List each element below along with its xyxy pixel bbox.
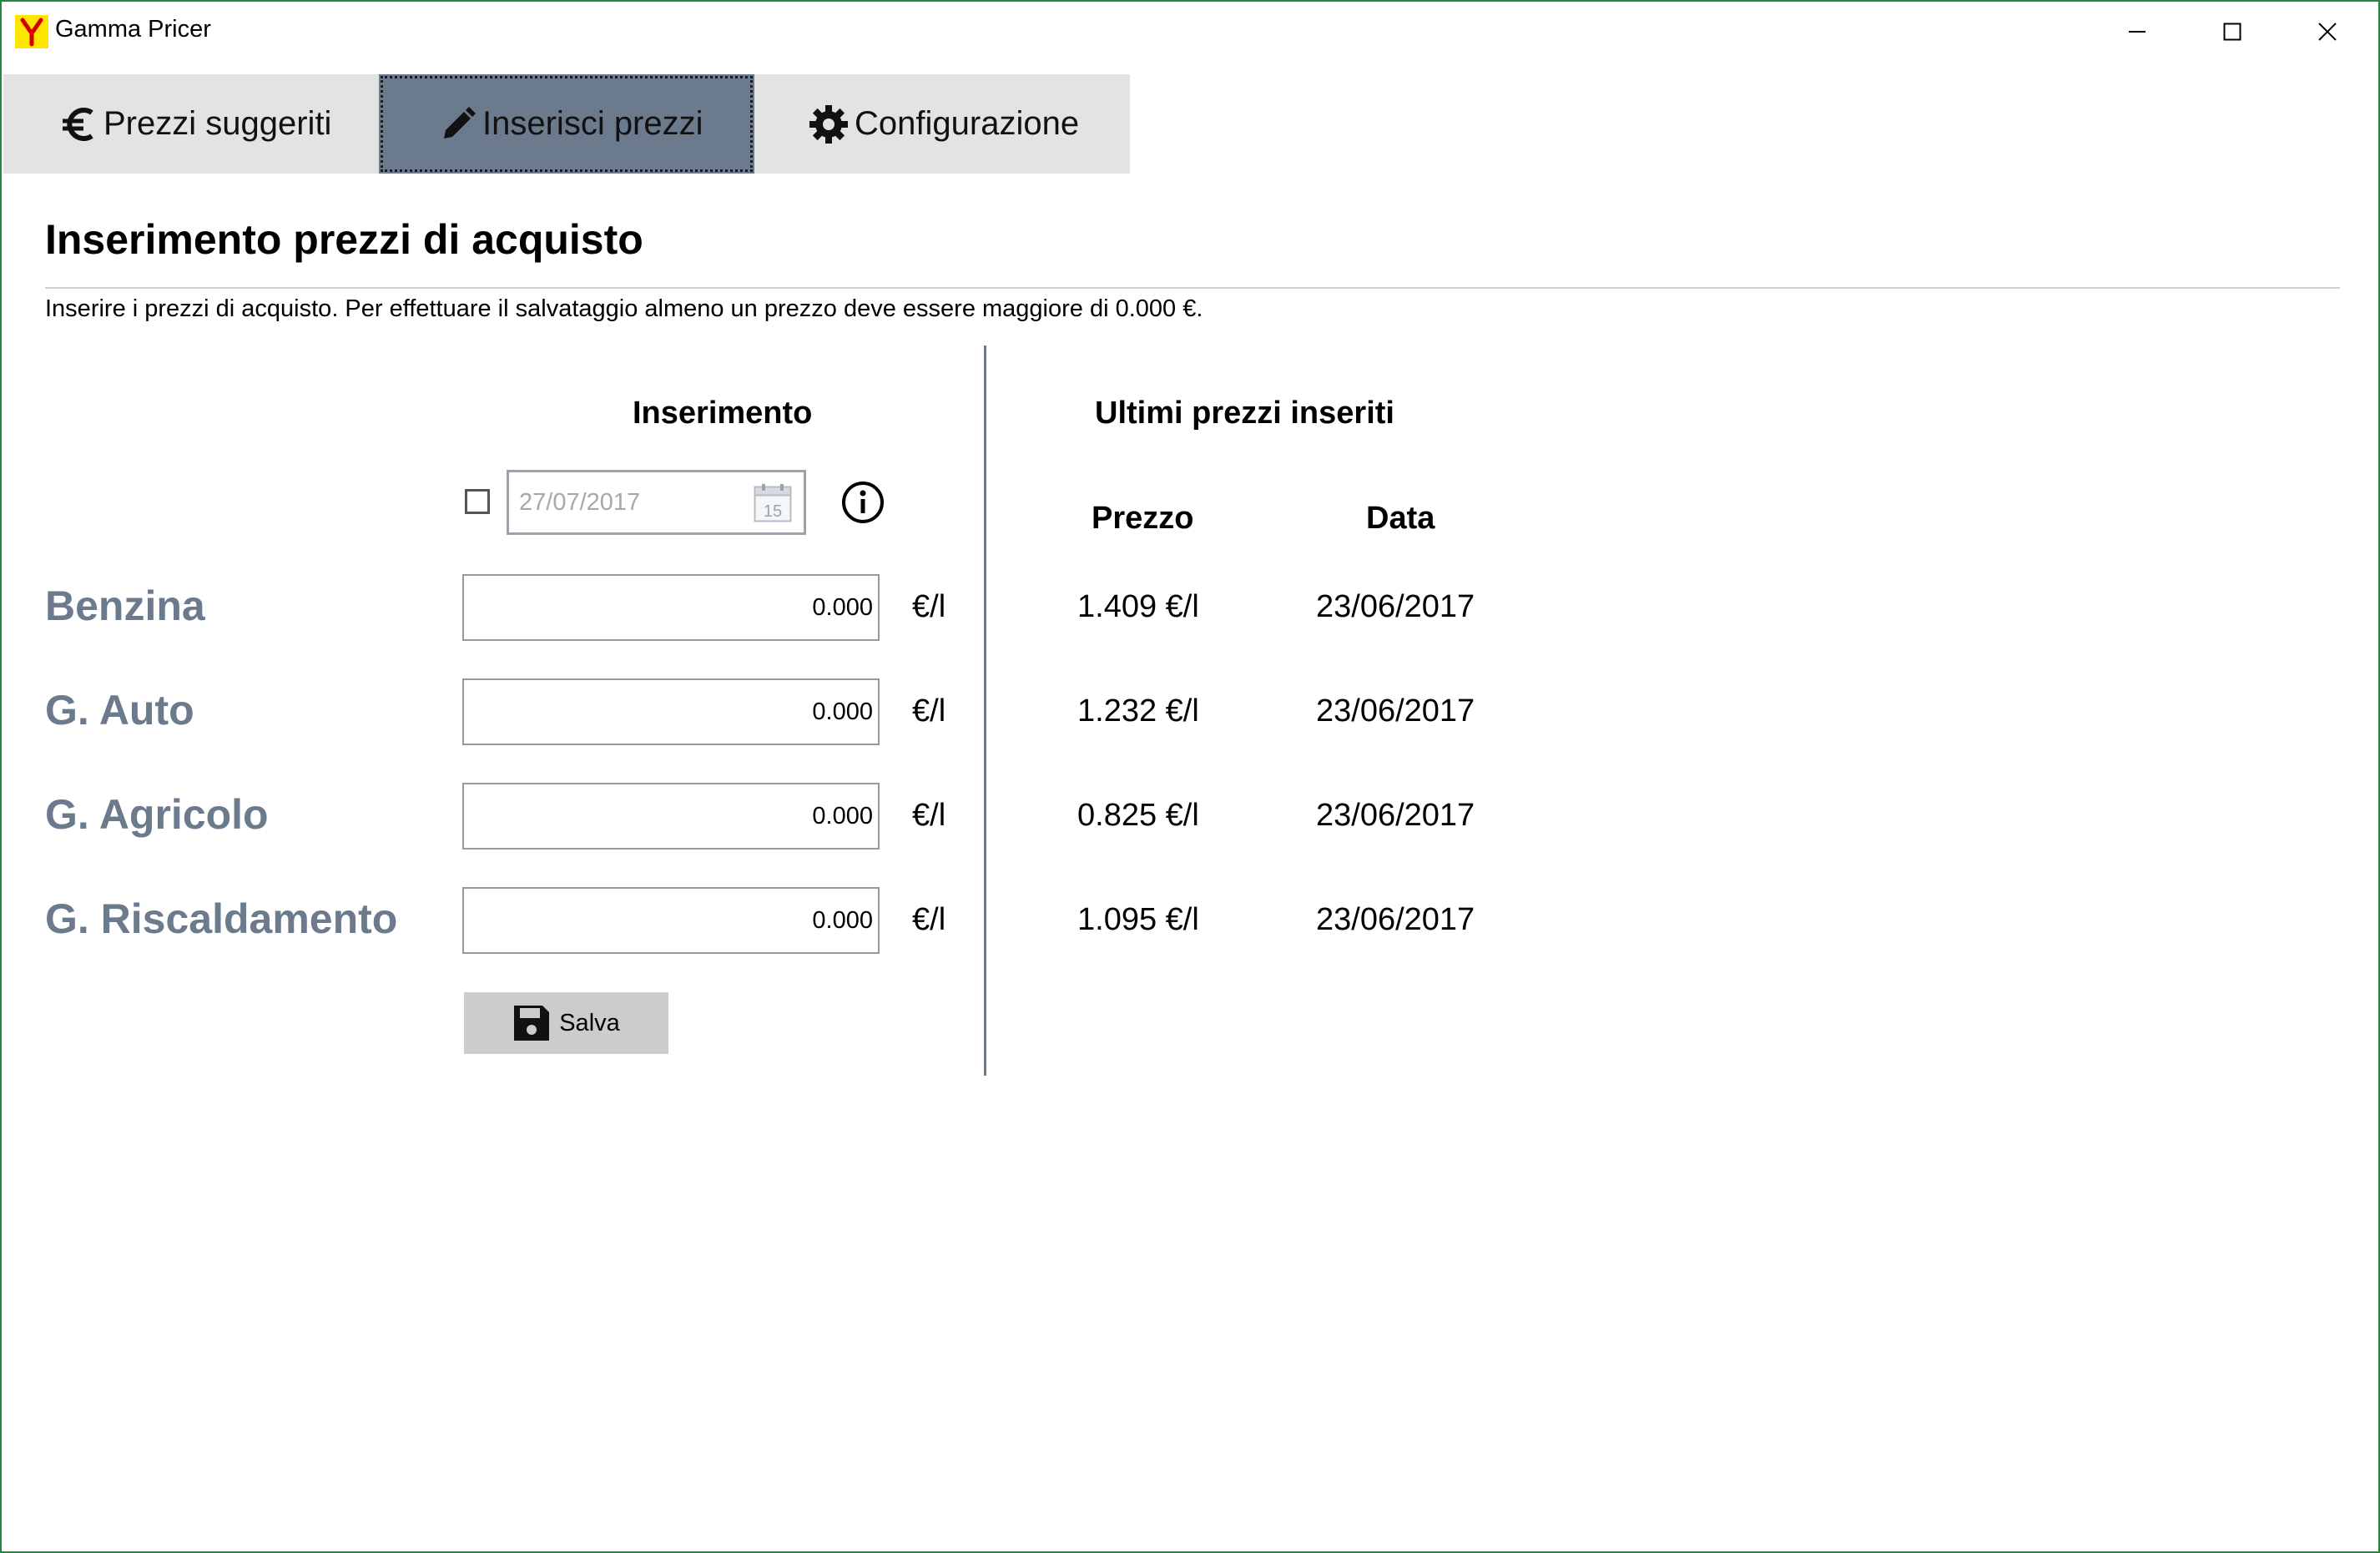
app-logo-icon — [15, 15, 48, 48]
floppy-disk-icon — [514, 1006, 550, 1041]
unit-label: €/l — [912, 798, 946, 833]
save-button[interactable]: Salva — [464, 992, 668, 1054]
gear-icon — [809, 104, 848, 144]
app-window: Gamma Pricer Prezzi suggeriti Inserisci … — [0, 0, 2380, 1553]
fuel-label-g-riscaldamento: G. Riscaldamento — [45, 895, 398, 942]
last-price-g-auto: 1.232 €/l — [1077, 693, 1199, 729]
last-date-g-auto: 23/06/2017 — [1316, 693, 1475, 729]
history-date-header: Data — [1366, 501, 1435, 536]
last-price-g-riscaldamento: 1.095 €/l — [1077, 902, 1199, 937]
tab-prezzi-suggeriti[interactable]: Prezzi suggeriti — [3, 74, 379, 174]
info-icon[interactable] — [840, 480, 885, 525]
last-price-benzina: 1.409 €/l — [1077, 589, 1199, 624]
unit-label: €/l — [912, 902, 946, 937]
fuel-label-g-auto: G. Auto — [45, 687, 194, 734]
save-button-label: Salva — [559, 1009, 620, 1036]
last-date-g-agricolo: 23/06/2017 — [1316, 798, 1475, 833]
window-title: Gamma Pricer — [55, 16, 211, 43]
close-button[interactable] — [2280, 2, 2375, 62]
last-date-g-riscaldamento: 23/06/2017 — [1316, 902, 1475, 937]
maximize-button[interactable] — [2185, 2, 2280, 62]
date-enable-checkbox[interactable] — [465, 489, 490, 514]
last-price-g-agricolo: 0.825 €/l — [1077, 798, 1199, 833]
history-heading: Ultimi prezzi inseriti — [1095, 396, 1394, 431]
title-bar: Gamma Pricer — [2, 2, 2378, 62]
price-input-g-agricolo[interactable]: 0.000 — [462, 783, 880, 850]
pencil-icon — [444, 106, 476, 139]
page-subtitle: Inserire i prezzi di acquisto. Per effet… — [45, 295, 1203, 322]
page-title: Inserimento prezzi di acquisto — [45, 216, 643, 263]
calendar-icon[interactable]: 15 — [754, 484, 792, 522]
entry-heading: Inserimento — [633, 396, 813, 431]
tab-inserisci-prezzi[interactable]: Inserisci prezzi — [379, 74, 754, 174]
maximize-icon — [2223, 23, 2241, 41]
tab-strip: Prezzi suggeriti Inserisci prezzi Config… — [3, 74, 1130, 174]
calendar-icon-day: 15 — [764, 502, 782, 521]
unit-label: €/l — [912, 693, 946, 729]
tab-label: Configurazione — [855, 105, 1080, 142]
tab-configurazione[interactable]: Configurazione — [754, 74, 1130, 174]
date-picker-value: 27/07/2017 — [519, 489, 641, 516]
minimize-button[interactable] — [2090, 2, 2185, 62]
euro-icon — [63, 107, 93, 141]
tab-label: Inserisci prezzi — [482, 105, 703, 142]
last-date-benzina: 23/06/2017 — [1316, 589, 1475, 624]
price-input-benzina[interactable]: 0.000 — [462, 574, 880, 641]
history-price-header: Prezzo — [1092, 501, 1194, 536]
column-divider — [984, 345, 986, 1076]
price-input-g-riscaldamento[interactable]: 0.000 — [462, 887, 880, 954]
header-divider — [45, 287, 2340, 289]
fuel-label-g-agricolo: G. Agricolo — [45, 791, 269, 838]
unit-label: €/l — [912, 589, 946, 624]
date-picker[interactable]: 27/07/2017 15 — [507, 470, 806, 535]
price-input-g-auto[interactable]: 0.000 — [462, 678, 880, 745]
fuel-label-benzina: Benzina — [45, 582, 205, 629]
minimize-icon — [2129, 31, 2146, 33]
close-icon — [2318, 23, 2337, 41]
tab-label: Prezzi suggeriti — [103, 105, 332, 142]
